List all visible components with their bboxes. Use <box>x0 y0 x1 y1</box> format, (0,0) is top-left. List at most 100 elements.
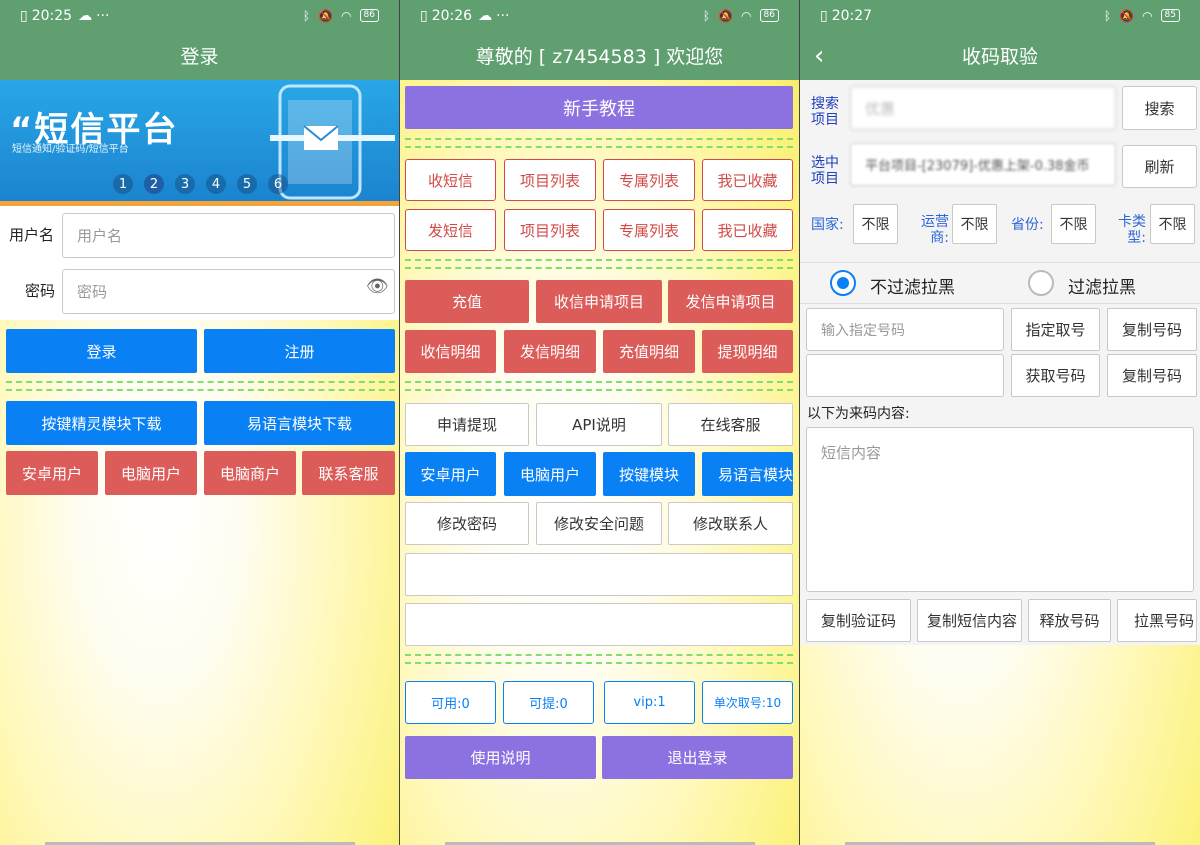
cloud-icon: ☁ <box>78 7 93 24</box>
blank-field-1[interactable] <box>405 553 793 596</box>
divider <box>6 381 395 391</box>
android-user-button[interactable]: 安卓用户 <box>405 452 496 496</box>
battery-icon: 85 <box>1160 9 1180 22</box>
mute-icon: 🔕 <box>318 8 334 23</box>
carousel-dot[interactable]: 5 <box>237 174 257 194</box>
username-input[interactable]: 用户名 <box>62 213 395 258</box>
search-input[interactable]: 优惠 <box>850 86 1116 130</box>
specify-fetch-button[interactable]: 指定取号 <box>1011 308 1100 351</box>
filter-radio[interactable] <box>1028 270 1054 296</box>
bluetooth-icon: ᛒ <box>302 8 311 23</box>
ajjl-download-button[interactable]: 按键精灵模块下载 <box>6 401 197 445</box>
wifi-icon: ◠ <box>1142 8 1153 23</box>
exclusive-list-button[interactable]: 专属列表 <box>603 209 695 251</box>
sim-icon: ▯ <box>820 7 828 24</box>
carousel-dot-active[interactable]: 2 <box>144 174 164 194</box>
back-arrow-icon[interactable]: ‹ <box>814 41 824 71</box>
api-docs-button[interactable]: API说明 <box>536 403 662 446</box>
carrier-label: 运营商: <box>921 214 949 246</box>
refresh-button[interactable]: 刷新 <box>1122 145 1197 188</box>
favorites-button[interactable]: 我已收藏 <box>702 209 793 251</box>
online-support-button[interactable]: 在线客服 <box>668 403 793 446</box>
yyy-module-button[interactable]: 易语言模块 <box>702 452 793 496</box>
exclusive-list-button[interactable]: 专属列表 <box>603 159 695 201</box>
pc-user-button[interactable]: 电脑用户 <box>504 452 596 496</box>
send-apply-button[interactable]: 发信申请项目 <box>668 280 793 323</box>
apply-withdraw-button[interactable]: 申请提现 <box>405 403 529 446</box>
province-select[interactable]: 不限 <box>1051 204 1096 244</box>
province-label: 省份: <box>1011 217 1044 233</box>
receive-detail-button[interactable]: 收信明细 <box>405 330 496 373</box>
divider <box>405 259 793 269</box>
receive-sms-button[interactable]: 收短信 <box>405 159 496 201</box>
get-number-button[interactable]: 获取号码 <box>1011 354 1100 397</box>
yyy-download-button[interactable]: 易语言模块下载 <box>204 401 395 445</box>
carousel-dot[interactable]: 1 <box>113 174 133 194</box>
search-label: 搜索项目 <box>811 96 839 128</box>
carrier-select[interactable]: 不限 <box>952 204 997 244</box>
banner-carousel[interactable]: “短信平台 短信通知/验证码/短信平台 1 2 3 4 5 6 <box>0 80 399 206</box>
divider <box>800 262 1200 263</box>
change-password-button[interactable]: 修改密码 <box>405 502 529 545</box>
search-button[interactable]: 搜索 <box>1122 86 1197 130</box>
battery-icon: 86 <box>359 9 379 22</box>
eye-icon[interactable]: 👁 <box>366 276 389 297</box>
card-type-select[interactable]: 不限 <box>1150 204 1195 244</box>
copy-sms-button[interactable]: 复制短信内容 <box>917 599 1022 642</box>
send-sms-button[interactable]: 发短信 <box>405 209 496 251</box>
copy-code-button[interactable]: 复制验证码 <box>806 599 911 642</box>
selected-label: 选中项目 <box>811 155 839 187</box>
no-filter-radio[interactable] <box>830 270 856 296</box>
divider <box>800 303 1200 304</box>
page-title: ‹ 收码取验 <box>800 31 1200 80</box>
send-detail-button[interactable]: 发信明细 <box>504 330 596 373</box>
number-output-field[interactable] <box>806 354 1004 397</box>
divider <box>405 381 793 391</box>
divider <box>405 138 793 148</box>
copy-number-button[interactable]: 复制号码 <box>1107 308 1197 351</box>
recharge-detail-button[interactable]: 充值明细 <box>603 330 695 373</box>
receive-apply-button[interactable]: 收信申请项目 <box>536 280 662 323</box>
change-security-button[interactable]: 修改安全问题 <box>536 502 662 545</box>
project-list-button[interactable]: 项目列表 <box>504 159 596 201</box>
favorites-button[interactable]: 我已收藏 <box>702 159 793 201</box>
status-bar: ▯ 20:26 ☁ ··· ᛒ 🔕 ◠ 86 <box>400 0 799 31</box>
logout-button[interactable]: 退出登录 <box>602 736 793 779</box>
blacklist-number-button[interactable]: 拉黑号码 <box>1117 599 1197 642</box>
username-label: 用户名 <box>9 226 55 244</box>
page-title: 尊敬的 [ z7454583 ] 欢迎您 <box>400 31 799 80</box>
password-input[interactable]: 密码 <box>62 269 395 314</box>
contact-support-button[interactable]: 联系客服 <box>302 451 395 495</box>
recharge-button[interactable]: 充值 <box>405 280 529 323</box>
register-button[interactable]: 注册 <box>204 329 395 373</box>
pc-user-button[interactable]: 电脑用户 <box>105 451 197 495</box>
change-contact-button[interactable]: 修改联系人 <box>668 502 793 545</box>
receive-code-screen: ▯ 20:27 ᛒ 🔕 ◠ 85 ‹ 收码取验 搜索项目 优惠 搜索 选中项目 平台项… <box>800 0 1200 845</box>
content-label: 以下为来码内容: <box>807 406 910 422</box>
blank-field-2[interactable] <box>405 603 793 646</box>
country-select[interactable]: 不限 <box>853 204 898 244</box>
login-button[interactable]: 登录 <box>6 329 197 373</box>
available-balance: 可用:0 <box>405 681 496 724</box>
usage-button[interactable]: 使用说明 <box>405 736 596 779</box>
wifi-icon: ◠ <box>741 8 752 23</box>
filter-label: 过滤拉黑 <box>1068 278 1136 298</box>
carousel-dot[interactable]: 3 <box>175 174 195 194</box>
carousel-dot[interactable]: 4 <box>206 174 226 194</box>
selected-project-input[interactable]: 平台项目-[23079]-优惠上架-0.38金币 <box>850 143 1116 186</box>
phone-number-input[interactable]: 输入指定号码 <box>806 308 1004 351</box>
project-list-button[interactable]: 项目列表 <box>504 209 596 251</box>
sms-content-textarea[interactable]: 短信内容 <box>806 427 1194 592</box>
status-bar: ▯ 20:25 ☁ ··· ᛒ 🔕 ◠ 86 <box>0 0 399 31</box>
key-module-button[interactable]: 按键模块 <box>603 452 695 496</box>
home-screen: ▯ 20:26 ☁ ··· ᛒ 🔕 ◠ 86 尊敬的 [ z7454583 ] 欢迎您… <box>400 0 800 845</box>
vip-level: vip:1 <box>604 681 695 724</box>
copy-number-button[interactable]: 复制号码 <box>1107 354 1197 397</box>
withdraw-detail-button[interactable]: 提现明细 <box>702 330 793 373</box>
tutorial-button[interactable]: 新手教程 <box>405 86 793 129</box>
release-number-button[interactable]: 释放号码 <box>1028 599 1111 642</box>
android-user-button[interactable]: 安卓用户 <box>6 451 98 495</box>
carousel-dot[interactable]: 6 <box>268 174 288 194</box>
bluetooth-icon: ᛒ <box>1103 8 1112 23</box>
pc-merchant-button[interactable]: 电脑商户 <box>204 451 296 495</box>
